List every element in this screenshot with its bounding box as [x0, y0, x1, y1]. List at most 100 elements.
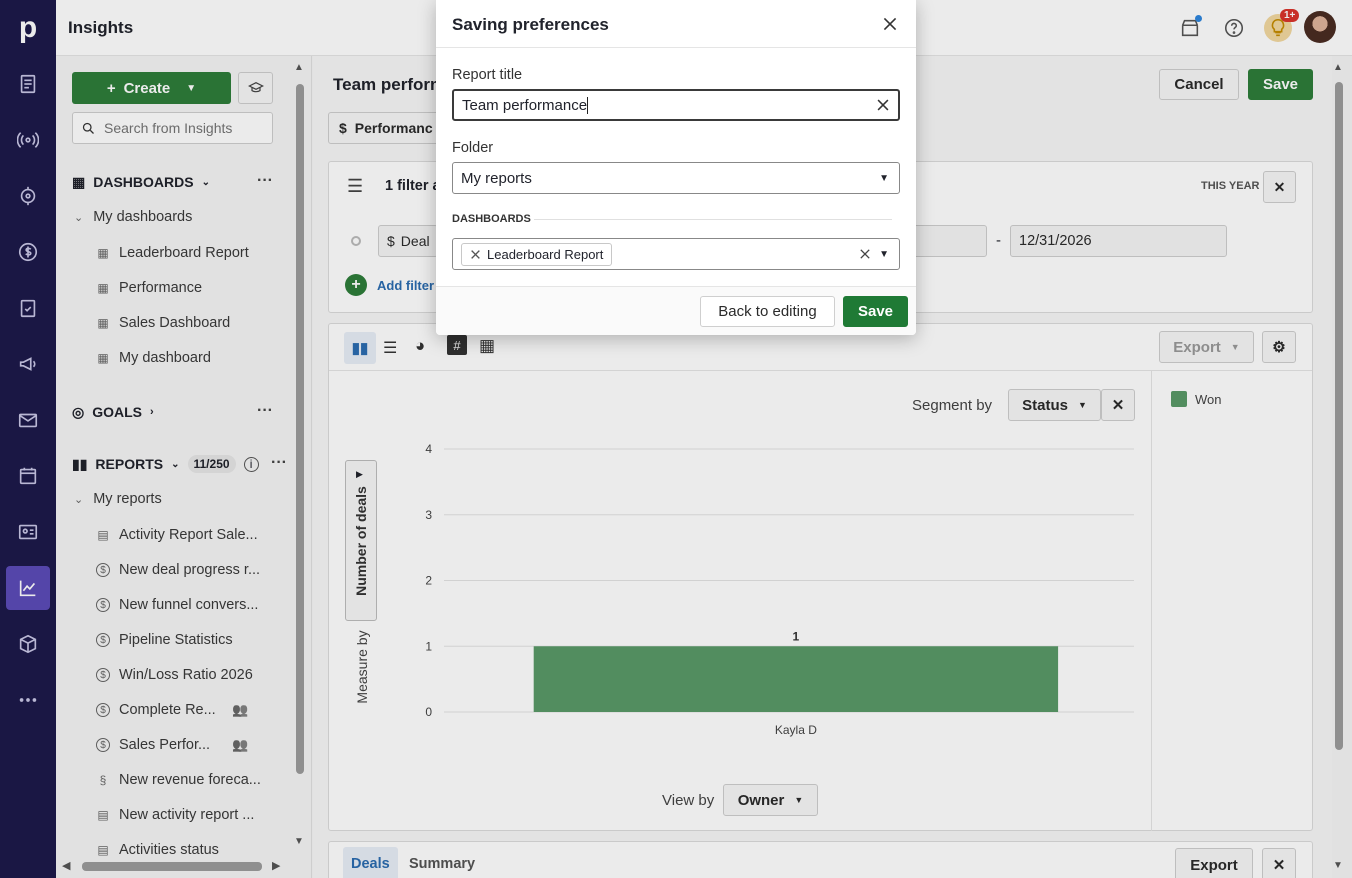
- dashboard-item[interactable]: ▦ Leaderboard Report: [96, 243, 248, 263]
- close-dialog-button[interactable]: [880, 14, 900, 34]
- deals-dollar-icon[interactable]: [6, 230, 50, 274]
- collapse-filters-button[interactable]: ✕: [1263, 171, 1296, 203]
- lightbulb-icon[interactable]: 1+: [1264, 9, 1300, 42]
- export-chart-button[interactable]: Export ▼: [1159, 331, 1254, 363]
- reports-folder[interactable]: ⌄ My reports: [74, 489, 162, 509]
- report-item[interactable]: ▤ New activity report ...: [96, 805, 254, 825]
- insights-chart-icon[interactable]: [6, 566, 50, 610]
- report-item[interactable]: $ Win/Loss Ratio 2026: [96, 665, 253, 685]
- view-select[interactable]: Owner ▼: [723, 784, 818, 816]
- add-filter-button[interactable]: + Add filter: [345, 274, 434, 296]
- tab-summary[interactable]: Summary: [409, 856, 475, 872]
- chart-settings-button[interactable]: ⚙: [1262, 331, 1296, 363]
- tasks-icon[interactable]: [6, 286, 50, 330]
- sidebar-search[interactable]: Search from Insights: [72, 112, 273, 144]
- sidebar-scrollbar[interactable]: ▲ ▼: [293, 56, 307, 856]
- folder-select[interactable]: My reports ▼: [452, 162, 900, 194]
- reports-more-icon[interactable]: ···: [271, 454, 287, 472]
- pipedrive-logo[interactable]: p: [0, 0, 56, 56]
- campaigns-megaphone-icon[interactable]: [6, 342, 50, 386]
- contacts-card-icon[interactable]: [6, 510, 50, 554]
- sidebar-hscrollbar[interactable]: ◀ ▶: [56, 856, 294, 878]
- sidebar-scroll-thumb[interactable]: [296, 84, 304, 774]
- entity-pill[interactable]: $ Performanc: [328, 112, 448, 144]
- goals-more-icon[interactable]: ···: [257, 402, 273, 420]
- report-item[interactable]: $ New deal progress r...: [96, 560, 260, 580]
- horizontal-bar-type-icon[interactable]: ☰: [383, 338, 397, 358]
- scroll-up-icon[interactable]: ▲: [1333, 62, 1343, 73]
- dashboards-folder[interactable]: ⌄ My dashboards: [74, 207, 192, 227]
- report-item[interactable]: $ Complete Re... 👥: [96, 700, 248, 720]
- scroll-down-icon[interactable]: ▼: [294, 836, 304, 847]
- segment-select[interactable]: Status ▼: [1008, 389, 1101, 421]
- cancel-button[interactable]: Cancel: [1159, 69, 1239, 100]
- report-title[interactable]: Team perform: [333, 75, 445, 95]
- revenue-icon: §: [99, 773, 107, 787]
- calendar-icon: ▤: [97, 528, 109, 542]
- back-to-editing-button[interactable]: Back to editing: [700, 296, 835, 327]
- hscroll-thumb[interactable]: [82, 862, 262, 871]
- dialog-header: Saving preferences: [436, 0, 916, 48]
- reports-bar-icon: ▮▮: [72, 455, 88, 472]
- report-item[interactable]: ▤ Activity Report Sale...: [96, 525, 257, 545]
- table-type-icon[interactable]: ▦: [479, 336, 495, 356]
- learn-button[interactable]: [238, 72, 273, 104]
- scroll-down-icon[interactable]: ▼: [1333, 860, 1343, 871]
- dashboards-more-icon[interactable]: ···: [257, 172, 273, 190]
- calendar-icon[interactable]: [6, 454, 50, 498]
- help-icon[interactable]: [1220, 14, 1248, 42]
- tab-deals[interactable]: Deals: [343, 847, 398, 878]
- dashboard-item[interactable]: ▦ Performance: [96, 278, 202, 298]
- dashboards-section-header[interactable]: ▦ DASHBOARDS ⌄: [72, 172, 210, 192]
- chevron-down-icon: ⌄: [201, 176, 210, 188]
- reports-section-header[interactable]: ▮▮ REPORTS ⌄ 11/250 i: [72, 454, 259, 474]
- clear-input-icon[interactable]: [876, 98, 890, 112]
- text-cursor: [587, 96, 589, 114]
- bar-chart-type-icon[interactable]: ▮▮: [344, 332, 376, 364]
- scorecard-type-icon[interactable]: #: [447, 335, 467, 355]
- more-icon[interactable]: [6, 678, 50, 722]
- products-box-icon[interactable]: [6, 622, 50, 666]
- leads-icon[interactable]: [6, 62, 50, 106]
- report-title-input[interactable]: Team performance: [452, 89, 900, 121]
- create-button[interactable]: + Create ▼: [72, 72, 231, 104]
- segment-clear-button[interactable]: ✕: [1101, 389, 1135, 421]
- clear-all-icon[interactable]: [859, 248, 871, 260]
- scroll-up-icon[interactable]: ▲: [294, 62, 304, 73]
- page-title: Insights: [68, 18, 134, 37]
- report-item[interactable]: $ Sales Perfor... 👥: [96, 735, 248, 755]
- calendar-icon: ▤: [97, 843, 109, 857]
- export-results-button[interactable]: Export: [1175, 848, 1253, 878]
- filter-lines-icon[interactable]: ☰: [347, 176, 363, 197]
- goals-section-header[interactable]: ◎ GOALS ›: [72, 402, 154, 422]
- save-button[interactable]: Save: [1248, 69, 1313, 100]
- mail-icon[interactable]: [6, 398, 50, 442]
- report-item[interactable]: § New revenue foreca...: [96, 770, 261, 790]
- report-title-label: Report title: [452, 67, 523, 83]
- dialog-save-button[interactable]: Save: [843, 296, 908, 327]
- scroll-right-icon[interactable]: ▶: [272, 859, 280, 872]
- date-from-input[interactable]: [909, 225, 987, 257]
- filter-field-select[interactable]: $ Deal: [378, 225, 438, 257]
- report-item[interactable]: $ New funnel convers...: [96, 595, 258, 615]
- main-scroll-thumb[interactable]: [1335, 82, 1343, 750]
- dashboard-item[interactable]: ▦ My dashboard: [96, 348, 211, 368]
- report-item[interactable]: $ Pipeline Statistics: [96, 630, 233, 650]
- user-avatar[interactable]: [1304, 11, 1336, 43]
- dashboards-multiselect[interactable]: Leaderboard Report ▼: [452, 238, 900, 270]
- scroll-left-icon[interactable]: ◀: [62, 859, 70, 872]
- date-to-input[interactable]: 12/31/2026: [1010, 225, 1227, 257]
- plus-icon: +: [106, 79, 116, 97]
- collapse-results-button[interactable]: ✕: [1262, 848, 1296, 878]
- dashboard-item[interactable]: ▦ Sales Dashboard: [96, 313, 230, 333]
- marketplace-icon[interactable]: [1176, 14, 1204, 42]
- main-scrollbar[interactable]: ▲ ▼: [1332, 56, 1346, 878]
- target-icon[interactable]: [6, 174, 50, 218]
- bar[interactable]: [533, 646, 1059, 712]
- caret-down-icon[interactable]: ▼: [879, 249, 889, 260]
- pie-chart-type-icon[interactable]: ◕: [415, 336, 425, 356]
- chevron-down-icon: ⌄: [171, 458, 180, 470]
- broadcast-icon[interactable]: [6, 118, 50, 162]
- dashboard-grid-icon: ▦: [97, 281, 109, 295]
- remove-chip-icon[interactable]: [470, 249, 481, 260]
